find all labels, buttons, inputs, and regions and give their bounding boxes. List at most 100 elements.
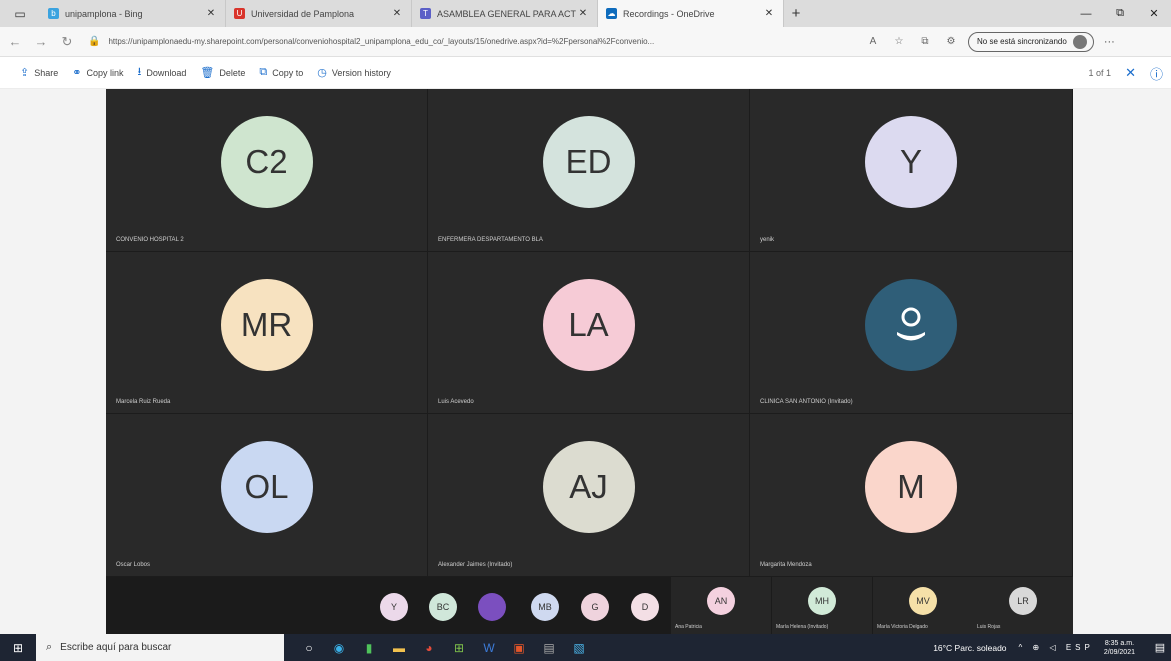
participant-tile: MR Marcela Ruiz Rueda [106,252,428,414]
copy-icon: ⧉ [259,66,268,78]
notifications-icon[interactable]: ▤ [1149,641,1171,654]
share-label: Share [34,67,59,78]
mini-participant-tile: LR Luis Rojas [973,577,1073,634]
copy-link-button[interactable]: ⚭ Copy link [72,66,123,79]
participant-avatar: AN [707,587,735,615]
tab-title: Recordings - OneDrive [623,8,715,19]
app-icon[interactable]: ⊞ [444,634,474,661]
collections-icon[interactable]: ⧉ [912,36,938,47]
weather-widget[interactable]: 16°C Parc. soleado [933,643,1006,653]
windows-taskbar: ⊞ ⌕ Escribe aquí para buscar ○ ◉ ▮ ▬ ◕ ⊞… [0,634,1171,661]
participant-strip: Y BC MB G D AN Ana Patricia MH María Helena (Inv… [106,577,1073,634]
mini-participant-tile: AN Ana Patricia [671,577,771,634]
mini-participant-tile: MH María Helena (Invitado) [772,577,872,634]
participant-name: Ana Patricia [675,624,702,630]
version-history-label: Version history [331,67,391,78]
search-placeholder: Escribe aquí para buscar [60,642,172,653]
video-player[interactable]: C2 CONVENIO HOSPITAL 2 ED ENFERMERA DESPART… [106,89,1073,634]
participant-tile: Yyenik [750,89,1073,252]
new-tab-button[interactable]: + [784,0,808,27]
participant-name: Luis Rojas [977,624,1001,630]
taskbar-search-field[interactable]: ⌕ Escribe aquí para buscar [36,634,284,661]
university-icon: U [234,8,245,19]
store-icon[interactable]: ▤ [534,634,564,661]
command-bar: ⇪ Share ⚭ Copy link ⭳ Download 🗑 Delete ⧉ Cop… [0,57,1171,89]
tab-title: Universidad de Pamplona [251,8,355,19]
close-window-button[interactable]: ✕ [1137,0,1171,27]
address-bar-row: ← → ↻ 🔒 https://unipamplonaedu-my.sharep… [0,27,1171,57]
word-icon[interactable]: W [474,634,504,661]
charts-app-icon[interactable]: ▮ [354,634,384,661]
clock-date: 2/09/2021 [1103,648,1135,656]
tray-icons[interactable]: ^ ⊕ ◁ ESP [1019,643,1094,652]
participant-avatar: LA [542,278,635,371]
clock[interactable]: 8:35 a.m. 2/09/2021 [1104,639,1135,657]
close-icon[interactable]: ✕ [205,8,217,19]
url-field[interactable]: 🔒 https://unipamplonaedu-my.sharepoint.c… [88,32,848,52]
participant-avatar: MR [220,278,313,371]
chrome-icon[interactable]: ◕ [414,634,444,661]
delete-button[interactable]: 🗑 Delete [200,66,245,79]
participant-avatar: C2 [220,116,313,208]
refresh-icon[interactable]: ↻ [56,31,78,53]
participant-name: Oscar Lobos [116,562,151,568]
tab-title: ASAMBLEA GENERAL PARA ACT [437,8,577,19]
tab-recordings[interactable]: ☁ Recordings - OneDrive ✕ [598,0,784,27]
read-aloud-icon[interactable]: A [860,36,886,47]
share-button[interactable]: ⇪ Share [20,66,58,79]
overflow-avatar[interactable]: G [581,593,609,621]
participant-avatar: LR [1009,587,1037,615]
version-history-button[interactable]: ◷ Version history [317,66,391,79]
photos-icon[interactable]: ▧ [564,634,594,661]
back-icon[interactable]: ← [4,31,26,53]
file-explorer-icon[interactable]: ▬ [384,634,414,661]
copy-to-label: Copy to [272,67,304,78]
viewer-controls: 1 of 1 ✕ ⓘ [1089,57,1163,89]
url-text: https://unipamplonaedu-my.sharepoint.com… [108,37,655,46]
minimize-button[interactable]: — [1069,0,1103,27]
office-icon[interactable]: ▣ [504,634,534,661]
mini-participant-tile: MV María Victoria Delgado [873,577,973,634]
window-controls: — ⧉ ✕ [1069,0,1171,27]
overflow-avatar[interactable]: MB [531,593,559,621]
overflow-avatar[interactable]: D [631,593,659,621]
clock-time: 8:35 a.m. [1104,639,1135,647]
close-icon[interactable]: ✕ [763,8,775,19]
participant-avatar: MH [808,587,836,615]
sync-status-button[interactable]: No se está sincronizando [968,31,1094,52]
onedrive-icon: ☁ [606,8,617,19]
participant-tile: M Margarita Mendoza [750,414,1073,577]
close-icon[interactable]: ✕ [577,8,589,19]
copy-to-button[interactable]: ⧉ Copy to [259,66,303,79]
tab-title: unipamplona - Bing [65,8,143,19]
forward-icon[interactable]: → [30,31,52,53]
info-icon[interactable]: ⓘ [1150,64,1163,83]
copy-link-label: Copy link [86,67,124,78]
close-icon[interactable]: ✕ [391,8,403,19]
tab-bing[interactable]: b unipamplona - Bing ✕ [40,0,226,27]
participant-tile: CLINICA SAN ANTONIO (Invitado) [750,252,1073,414]
browser-tab-strip: ▭ b unipamplona - Bing ✕ U Universidad d… [0,0,1171,27]
participant-name: ENFERMERA DESPARTAMENTO BLA [438,237,543,243]
participant-avatar: Y [865,116,957,208]
tab-actions-icon[interactable]: ▭ [0,0,40,27]
cortana-icon[interactable]: ○ [294,634,324,661]
extensions-icon[interactable]: ⚙ [938,36,964,47]
photo-avatar[interactable] [478,593,506,621]
favorite-icon[interactable]: ☆ [886,36,912,47]
close-icon[interactable]: ✕ [1125,65,1136,81]
download-button[interactable]: ⭳ Download [137,63,186,82]
tab-universidad[interactable]: U Universidad de Pamplona ✕ [226,0,412,27]
edge-icon[interactable]: ◉ [324,634,354,661]
windows-start-icon[interactable]: ⊞ [0,634,36,661]
participant-tile: C2 CONVENIO HOSPITAL 2 [106,89,428,252]
overflow-avatar[interactable]: Y [380,593,408,621]
more-menu-icon[interactable]: ··· [1104,36,1115,48]
bing-icon: b [48,8,59,19]
system-tray: 16°C Parc. soleado ^ ⊕ ◁ ESP 8:35 a.m. 2… [933,634,1171,661]
maximize-button[interactable]: ⧉ [1103,0,1137,27]
participant-name: Marcela Ruiz Rueda [116,399,171,405]
tab-asamblea[interactable]: T ASAMBLEA GENERAL PARA ACT ✕ [412,0,598,27]
overflow-avatar[interactable]: BC [429,593,457,621]
participant-name: Alexander Jaimes (Invitado) [438,562,513,568]
